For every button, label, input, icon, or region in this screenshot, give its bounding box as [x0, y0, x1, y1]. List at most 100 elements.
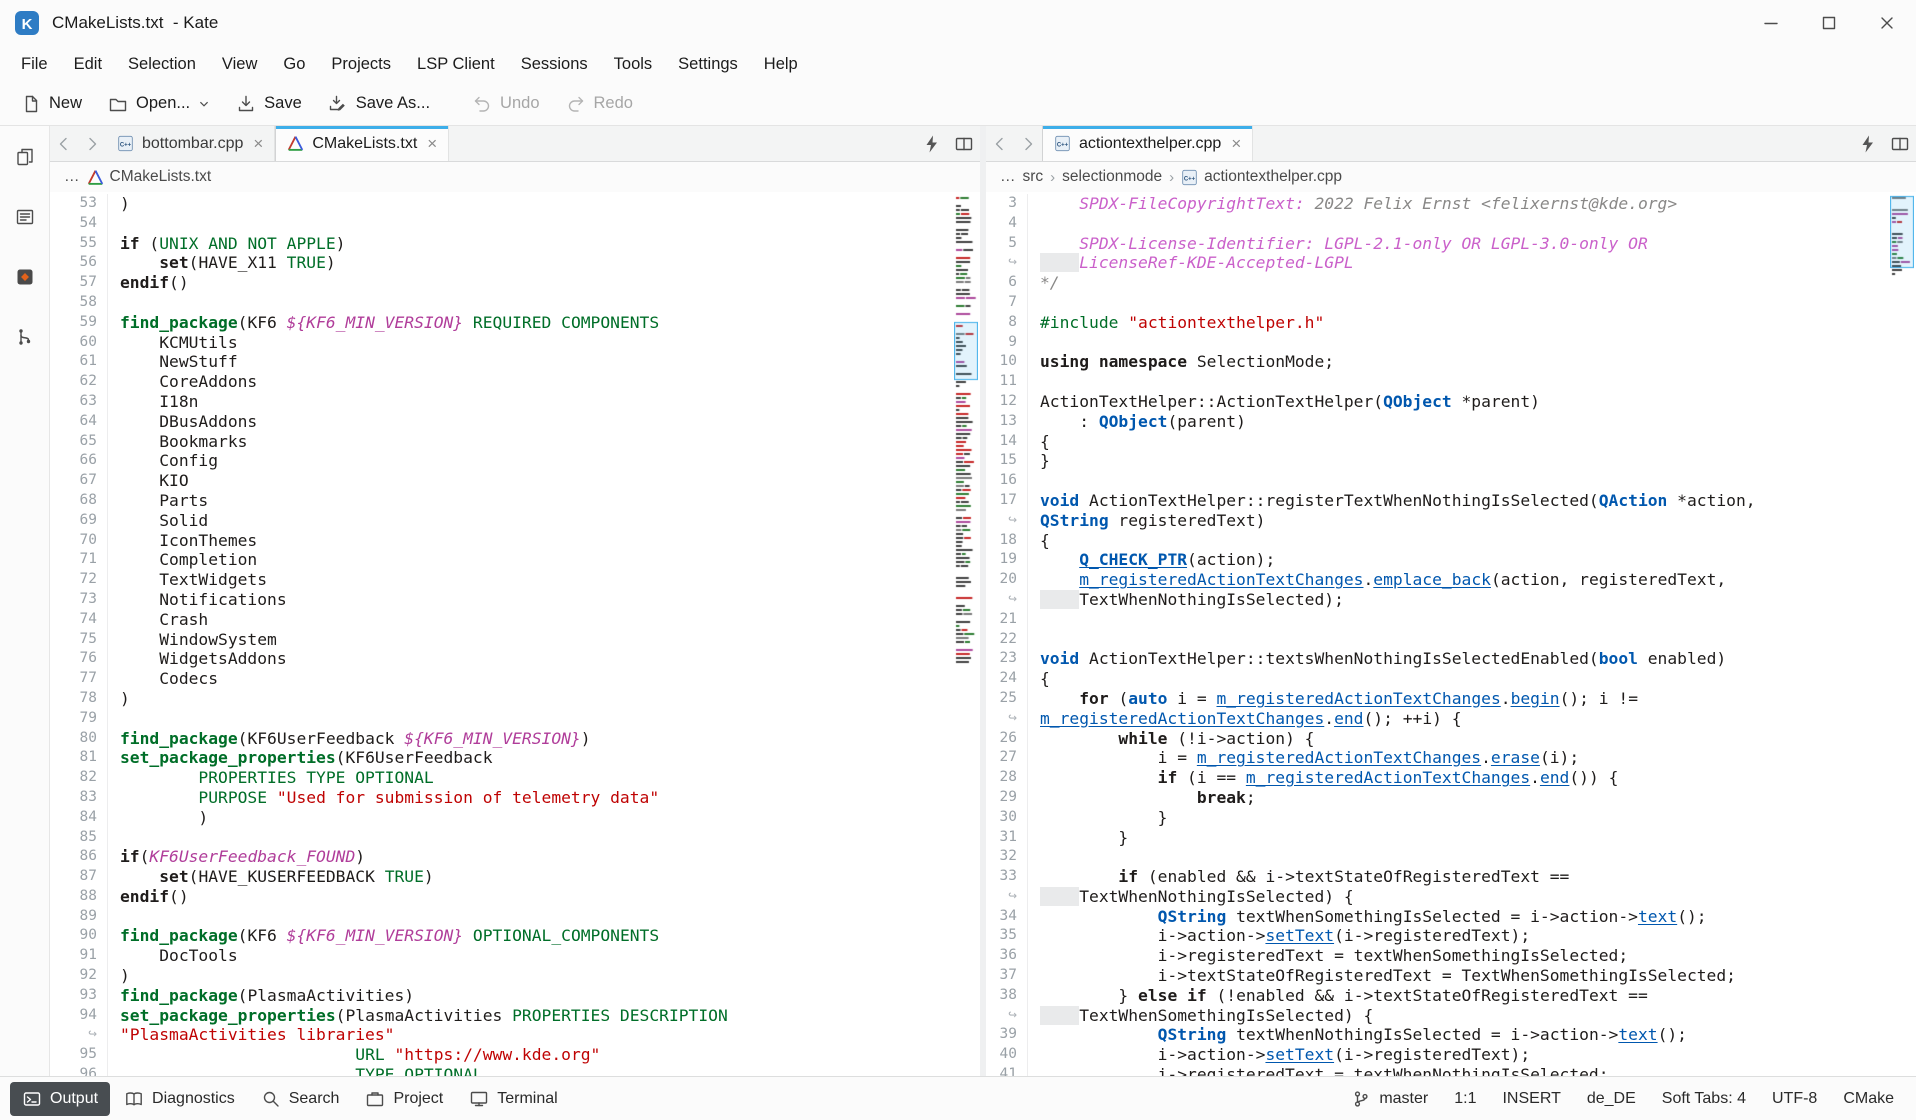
code-line[interactable]: 94set_package_properties(PlasmaActivitie… [50, 1006, 980, 1026]
tab-scroll-right-button[interactable] [78, 126, 106, 161]
code-line[interactable]: 56 set(HAVE_X11 TRUE) [50, 253, 980, 273]
code-line[interactable]: 18{ [986, 531, 1916, 551]
code-line[interactable]: 23void ActionTextHelper::textsWhenNothin… [986, 649, 1916, 669]
statusbar-terminal-toggle[interactable]: Terminal [457, 1082, 569, 1116]
code-line[interactable]: 17void ActionTextHelper::registerTextWhe… [986, 491, 1916, 511]
statusbar-master[interactable]: master [1339, 1082, 1440, 1116]
code-line[interactable]: 96 TYPE OPTIONAL [50, 1065, 980, 1076]
tab-actiontexthelper-cpp[interactable]: C++actiontexthelper.cpp× [1042, 126, 1253, 161]
breadcrumb-item-item[interactable]: … [64, 168, 80, 186]
code-line[interactable]: ↪ TextWhenNothingIsSelected); [986, 590, 1916, 610]
code-line[interactable]: 12ActionTextHelper::ActionTextHelper(QOb… [986, 392, 1916, 412]
code-line[interactable]: 21 [986, 610, 1916, 630]
breadcrumb-item-selectionmode[interactable]: selectionmode [1062, 168, 1162, 186]
tab-close-icon[interactable]: × [1231, 134, 1241, 154]
toolbar-save-button[interactable]: Save [225, 87, 313, 121]
code-line[interactable]: 72 TextWidgets [50, 570, 980, 590]
breadcrumb-item-src[interactable]: src [1023, 168, 1044, 186]
code-line[interactable]: 70 IconThemes [50, 531, 980, 551]
code-line[interactable]: 20 m_registeredActionTextChanges.emplace… [986, 570, 1916, 590]
code-line[interactable]: 66 Config [50, 451, 980, 471]
code-line[interactable]: 67 KIO [50, 471, 980, 491]
code-line[interactable]: 71 Completion [50, 550, 980, 570]
code-line[interactable]: 40 i->action->setText(i->registeredText)… [986, 1045, 1916, 1065]
menu-edit[interactable]: Edit [61, 50, 115, 79]
code-line[interactable]: 87 set(HAVE_KUSERFEEDBACK TRUE) [50, 867, 980, 887]
code-line[interactable]: ↪QString registeredText) [986, 511, 1916, 531]
tab-close-icon[interactable]: × [253, 134, 263, 154]
code-line[interactable]: 64 DBusAddons [50, 412, 980, 432]
code-line[interactable]: 35 i->action->setText(i->registeredText)… [986, 926, 1916, 946]
tab-cmakelists-txt[interactable]: CMakeLists.txt× [275, 126, 449, 161]
code-line[interactable]: 81set_package_properties(KF6UserFeedback [50, 748, 980, 768]
menu-help[interactable]: Help [751, 50, 811, 79]
code-line[interactable]: 15} [986, 451, 1916, 471]
menu-settings[interactable]: Settings [665, 50, 751, 79]
code-line[interactable]: ↪ TextWhenSomethingIsSelected) { [986, 1006, 1916, 1026]
code-line[interactable]: 7 [986, 293, 1916, 313]
code-line[interactable]: 13 : QObject(parent) [986, 412, 1916, 432]
tab-bottombar-cpp[interactable]: C++bottombar.cpp× [106, 126, 275, 161]
code-line[interactable]: 37 i->textStateOfRegisteredText = TextWh… [986, 966, 1916, 986]
menu-sessions[interactable]: Sessions [508, 50, 601, 79]
toolview-documents-button[interactable] [10, 142, 40, 172]
breadcrumb-item-item[interactable]: … [1000, 168, 1016, 186]
code-line[interactable]: 59find_package(KF6 ${KF6_MIN_VERSION} RE… [50, 313, 980, 333]
code-line[interactable]: 26 while (!i->action) { [986, 729, 1916, 749]
code-line[interactable]: 9 [986, 333, 1916, 353]
quick-open-button[interactable] [916, 126, 948, 161]
code-line[interactable]: 79 [50, 709, 980, 729]
editor-left[interactable]: 53)5455if (UNIX AND NOT APPLE)56 set(HAV… [50, 192, 980, 1076]
code-line[interactable]: ↪"PlasmaActivities libraries" [50, 1025, 980, 1045]
code-line[interactable]: 16 [986, 471, 1916, 491]
code-line[interactable]: ↪ LicenseRef-KDE-Accepted-LGPL [986, 253, 1916, 273]
code-line[interactable]: 11 [986, 372, 1916, 392]
code-line[interactable]: 73 Notifications [50, 590, 980, 610]
code-line[interactable]: 63 I18n [50, 392, 980, 412]
code-line[interactable]: 36 i->registeredText = textWhenSomething… [986, 946, 1916, 966]
code-line[interactable]: 89 [50, 907, 980, 927]
menu-lsp-client[interactable]: LSP Client [404, 50, 508, 79]
code-line[interactable]: 77 Codecs [50, 669, 980, 689]
code-line[interactable]: 83 PURPOSE "Used for submission of telem… [50, 788, 980, 808]
tab-scroll-left-button[interactable] [50, 126, 78, 161]
breadcrumb-item-cmakelists-txt[interactable]: CMakeLists.txt [87, 168, 212, 186]
code-line[interactable]: 76 WidgetsAddons [50, 649, 980, 669]
code-line[interactable]: 5 SPDX-License-Identifier: LGPL-2.1-only… [986, 234, 1916, 254]
statusbar-cmake[interactable]: CMake [1831, 1083, 1906, 1115]
code-line[interactable]: 86if(KF6UserFeedback_FOUND) [50, 847, 980, 867]
statusbar-insert[interactable]: INSERT [1490, 1083, 1572, 1115]
toolview-git-button[interactable] [10, 262, 40, 292]
code-line[interactable]: 8#include "actiontexthelper.h" [986, 313, 1916, 333]
code-line[interactable]: 62 CoreAddons [50, 372, 980, 392]
code-line[interactable]: 32 [986, 847, 1916, 867]
quick-open-button[interactable] [1852, 126, 1884, 161]
statusbar-output-toggle[interactable]: Output [10, 1082, 110, 1116]
code-line[interactable]: 58 [50, 293, 980, 313]
code-line[interactable]: 85 [50, 828, 980, 848]
code-line[interactable]: 22 [986, 630, 1916, 650]
code-line[interactable]: 54 [50, 214, 980, 234]
code-line[interactable]: 3 SPDX-FileCopyrightText: 2022 Felix Ern… [986, 194, 1916, 214]
tab-close-icon[interactable]: × [427, 134, 437, 154]
toolbar-new-button[interactable]: New [10, 87, 93, 121]
code-line[interactable]: 78) [50, 689, 980, 709]
code-line[interactable]: 68 Parts [50, 491, 980, 511]
code-line[interactable]: 38 } else if (!enabled && i->textStateOf… [986, 986, 1916, 1006]
code-line[interactable]: 4 [986, 214, 1916, 234]
code-line[interactable]: ↪m_registeredActionTextChanges.end(); ++… [986, 709, 1916, 729]
statusbar-1-1[interactable]: 1:1 [1442, 1083, 1488, 1115]
code-line[interactable]: 31 } [986, 828, 1916, 848]
code-line[interactable]: 65 Bookmarks [50, 432, 980, 452]
menu-selection[interactable]: Selection [115, 50, 209, 79]
toolbar-save-as-button[interactable]: Save As... [317, 87, 441, 121]
statusbar-utf-8[interactable]: UTF-8 [1760, 1083, 1829, 1115]
code-line[interactable]: 90find_package(KF6 ${KF6_MIN_VERSION} OP… [50, 926, 980, 946]
code-line[interactable]: 6*/ [986, 273, 1916, 293]
minimize-button[interactable] [1742, 0, 1800, 46]
toolbar-undo-button[interactable]: Undo [461, 87, 550, 121]
menu-view[interactable]: View [209, 50, 270, 79]
code-line[interactable]: 19 Q_CHECK_PTR(action); [986, 550, 1916, 570]
toolbar-open-button[interactable]: Open... [97, 87, 221, 121]
code-line[interactable]: 41 i->registeredText = textWhenNothingIs… [986, 1065, 1916, 1076]
